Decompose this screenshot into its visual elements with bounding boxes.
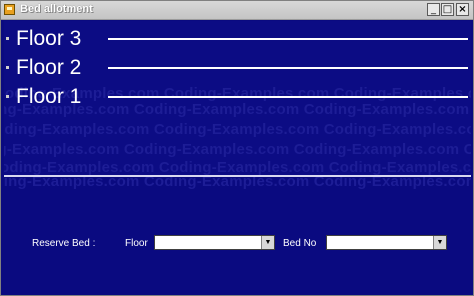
watermark-line: Coding-Examples.com Coding-Examples.com … <box>4 141 471 158</box>
floor-marker <box>6 37 9 40</box>
floor-label: Floor 1 <box>16 85 82 108</box>
floor-item-1[interactable]: Floor 1 <box>6 85 468 113</box>
floor-label: Floor 3 <box>16 27 82 50</box>
floor-divider <box>108 67 468 69</box>
watermark: Coding-Examples.com Coding-Examples.com … <box>4 177 471 201</box>
floor-divider <box>108 38 468 40</box>
watermark-line: Coding-Examples.com Coding-Examples.com … <box>4 159 471 176</box>
window-title: Bed allotment <box>20 3 93 15</box>
watermark-line: Coding-Examples.com Coding-Examples.com … <box>4 177 471 190</box>
maximize-button[interactable]: □ <box>441 3 454 16</box>
watermark-line: Coding-Examples.com Coding-Examples.com … <box>4 121 471 138</box>
floor-select-label: Floor <box>125 238 148 249</box>
title-bar[interactable]: Bed allotment _ □ × <box>1 1 473 20</box>
chevron-down-icon[interactable]: ▼ <box>433 236 446 249</box>
app-icon[interactable] <box>4 4 15 15</box>
floor-item-3[interactable]: Floor 3 <box>6 27 468 55</box>
floors-panel: Coding-Examples.com Coding-Examples.com … <box>4 21 471 177</box>
floor-marker <box>6 95 9 98</box>
chevron-down-icon[interactable]: ▼ <box>261 236 274 249</box>
floor-label: Floor 2 <box>16 56 82 79</box>
floor-item-2[interactable]: Floor 2 <box>6 56 468 84</box>
bed-allotment-window: Bed allotment _ □ × Coding-Examples.com … <box>0 0 474 296</box>
floor-select[interactable]: ▼ <box>154 235 275 250</box>
floor-marker <box>6 66 9 69</box>
reserve-bed-label: Reserve Bed : <box>32 238 96 249</box>
minimize-button[interactable]: _ <box>427 3 440 16</box>
close-button[interactable]: × <box>456 3 469 16</box>
reserve-panel: Coding-Examples.com Coding-Examples.com … <box>4 177 471 295</box>
floor-divider <box>108 96 468 98</box>
bed-no-label: Bed No <box>283 238 317 249</box>
bed-no-select[interactable]: ▼ <box>326 235 447 250</box>
